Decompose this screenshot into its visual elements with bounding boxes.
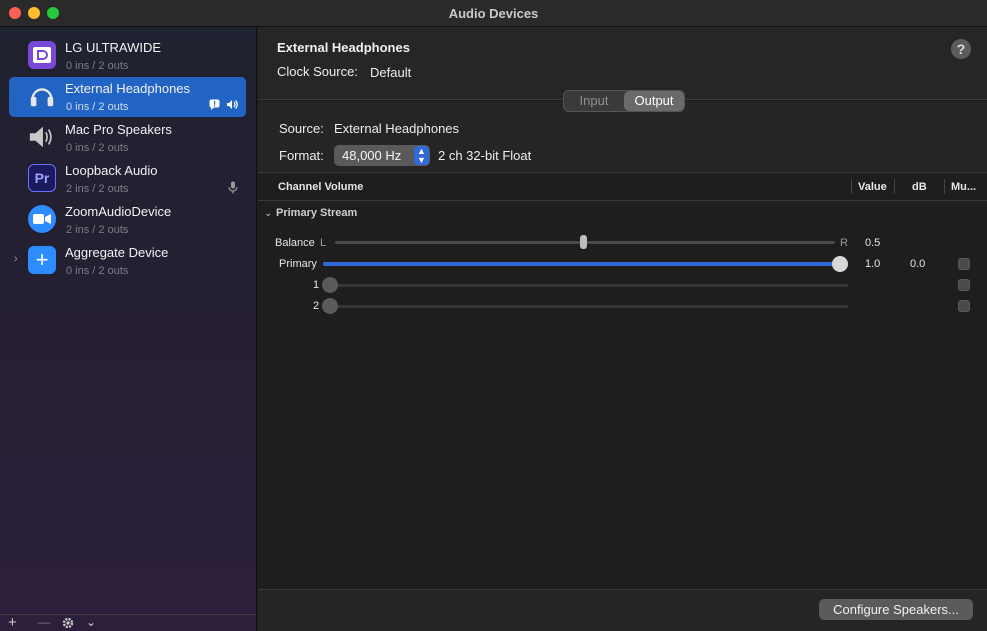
microphone-icon [228, 181, 238, 197]
tab-input[interactable]: Input [564, 91, 624, 111]
remove-device-button[interactable]: — [38, 615, 50, 630]
device-channels: 2 ins / 2 outs [66, 224, 129, 236]
panel-footer: Configure Speakers... [258, 589, 987, 631]
plus-icon: + [28, 246, 56, 274]
clock-source-value[interactable]: Default [370, 65, 411, 80]
balance-slider-knob[interactable] [580, 235, 587, 249]
source-value: External Headphones [334, 121, 460, 136]
sidebar-toolbar: + — ⌄ [0, 614, 256, 631]
channel-label: Primary [279, 258, 317, 270]
channel-2-volume-knob[interactable] [322, 298, 338, 314]
alert-icon [209, 99, 220, 113]
zoom-camera-icon [28, 205, 56, 233]
io-tab-switcher: Input Output [563, 90, 685, 112]
device-name: Loopback Audio [65, 163, 158, 178]
channel-label: 1 [313, 279, 320, 291]
device-badges [228, 181, 238, 197]
primary-volume-fill [323, 262, 841, 266]
column-channel-volume[interactable]: Channel Volume [278, 181, 363, 193]
premiere-pro-icon: Pr [28, 164, 56, 192]
device-name: Mac Pro Speakers [65, 122, 172, 137]
chevron-down-icon[interactable]: ⌄ [86, 615, 96, 630]
displayport-icon [28, 41, 56, 69]
device-title: External Headphones [277, 40, 410, 55]
format-channels: 2 ch 32-bit Float [438, 148, 532, 163]
column-divider [944, 179, 945, 194]
device-channels: 0 ins / 2 outs [66, 265, 129, 277]
mute-checkbox[interactable] [958, 258, 970, 270]
mute-checkbox[interactable] [958, 279, 970, 291]
balance-right-label: R [840, 237, 848, 249]
device-name: ZoomAudioDevice [65, 204, 172, 219]
title-bar: Audio Devices [0, 0, 987, 27]
device-channels: 0 ins / 2 outs [66, 101, 129, 113]
device-detail-panel: External Headphones Clock Source: Defaul… [258, 27, 987, 631]
window-title: Audio Devices [448, 6, 539, 21]
device-item-mac-pro-speakers[interactable]: Mac Pro Speakers 0 ins / 2 outs [9, 118, 246, 158]
column-divider [851, 179, 852, 194]
sample-rate-value: 48,000 Hz [342, 148, 402, 163]
speaker-output-icon [226, 99, 238, 113]
chevron-right-icon[interactable]: › [14, 253, 18, 265]
device-name: External Headphones [65, 81, 191, 96]
device-item-external-headphones[interactable]: External Headphones 0 ins / 2 outs [9, 77, 246, 117]
speaker-icon [28, 123, 56, 151]
balance-label: Balance [275, 237, 315, 249]
tab-output[interactable]: Output [624, 91, 684, 111]
add-device-button[interactable]: + [8, 615, 17, 630]
channel-2-volume-slider[interactable] [326, 305, 848, 308]
column-mute[interactable]: Mu... [951, 181, 976, 193]
source-label: Source: [279, 121, 324, 136]
sample-rate-select[interactable]: 48,000 Hz ▲ ▼ [334, 145, 430, 166]
device-name: LG ULTRAWIDE [65, 40, 162, 55]
device-item-aggregate-device[interactable]: › + Aggregate Device 0 ins / 2 outs [9, 241, 246, 281]
channel-table-header: Channel Volume Value dB Mu... [258, 173, 987, 201]
balance-value: 0.5 [865, 237, 881, 249]
column-divider [894, 179, 895, 194]
help-button[interactable]: ? [951, 39, 971, 59]
device-channels: 2 ins / 2 outs [66, 183, 129, 195]
device-item-zoomaudiodevice[interactable]: ZoomAudioDevice 2 ins / 2 outs [9, 200, 246, 240]
balance-left-label: L [320, 237, 327, 249]
configure-speakers-button[interactable]: Configure Speakers... [819, 599, 973, 620]
channel-db: 0.0 [910, 258, 926, 270]
format-label: Format: [279, 148, 324, 163]
device-item-loopback-audio[interactable]: Pr Loopback Audio 2 ins / 2 outs [9, 159, 246, 199]
channel-value: 1.0 [865, 258, 881, 270]
device-name: Aggregate Device [65, 245, 169, 260]
chevron-down-icon[interactable]: ⌄ [264, 208, 272, 219]
device-channels: 0 ins / 2 outs [66, 142, 129, 154]
device-badges [209, 99, 238, 113]
mute-checkbox[interactable] [958, 300, 970, 312]
channel-1-volume-slider[interactable] [326, 284, 848, 287]
device-channels: 0 ins / 2 outs [66, 60, 129, 72]
column-value[interactable]: Value [858, 181, 887, 193]
headphones-icon [28, 82, 56, 110]
column-db[interactable]: dB [912, 181, 927, 193]
up-down-chevron-icon: ▲ ▼ [414, 146, 429, 165]
device-item-lg-ultrawide[interactable]: LG ULTRAWIDE 0 ins / 2 outs [9, 36, 246, 76]
gear-icon[interactable] [62, 617, 74, 631]
channel-1-volume-knob[interactable] [322, 277, 338, 293]
stream-group-label: Primary Stream [276, 207, 358, 219]
primary-volume-knob[interactable] [832, 256, 848, 272]
channel-label: 2 [313, 300, 320, 312]
clock-source-label: Clock Source: [277, 64, 358, 79]
device-sidebar: LG ULTRAWIDE 0 ins / 2 outs External Hea… [0, 27, 257, 631]
